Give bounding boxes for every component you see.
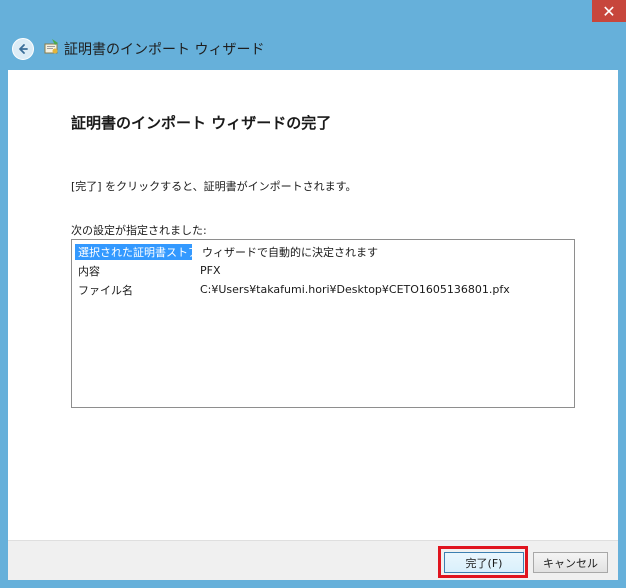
cancel-button[interactable]: キャンセル bbox=[533, 552, 608, 573]
window-frame-bottom bbox=[0, 580, 626, 588]
settings-row[interactable]: 内容 PFX bbox=[72, 261, 574, 280]
settings-value-store: ウィザードで自動的に決定されます bbox=[202, 245, 378, 259]
settings-value-content: PFX bbox=[200, 264, 221, 277]
settings-value-filename: C:¥Users¥takafumi.hori¥Desktop¥CETO16051… bbox=[200, 283, 510, 296]
close-button[interactable]: ✕ bbox=[592, 0, 626, 22]
back-arrow-icon bbox=[19, 44, 28, 54]
title-bar: ✕ 証明書のインポート ウィザード bbox=[0, 0, 626, 70]
instruction-text: [完了] をクリックすると、証明書がインポートされます。 bbox=[71, 180, 357, 193]
back-button[interactable] bbox=[12, 38, 34, 60]
close-icon: ✕ bbox=[602, 1, 616, 21]
settings-row[interactable]: ファイル名 C:¥Users¥takafumi.hori¥Desktop¥CET… bbox=[72, 280, 574, 299]
wizard-content: 証明書のインポート ウィザードの完了 [完了] をクリックすると、証明書がインポ… bbox=[8, 70, 618, 540]
settings-key-store: 選択された証明書ストア bbox=[75, 243, 199, 260]
settings-label: 次の設定が指定されました: bbox=[71, 224, 207, 237]
wizard-window: ✕ 証明書のインポート ウィザード 証明書のインポート ウィザードの完了 [完了… bbox=[0, 0, 626, 588]
window-title: 証明書のインポート ウィザード bbox=[64, 42, 265, 58]
page-heading: 証明書のインポート ウィザードの完了 bbox=[71, 114, 332, 132]
finish-button[interactable]: 完了(F) bbox=[444, 552, 524, 573]
settings-list[interactable]: 選択された証明書ストア ウィザードで自動的に決定されます 内容 PFX ファイル… bbox=[71, 239, 575, 408]
button-bar: 完了(F) キャンセル bbox=[8, 540, 618, 581]
settings-key-content: 内容 bbox=[78, 264, 100, 278]
settings-key-filename: ファイル名 bbox=[78, 283, 133, 297]
settings-row[interactable]: 選択された証明書ストア ウィザードで自動的に決定されます bbox=[72, 242, 574, 261]
certificate-wizard-icon bbox=[44, 39, 58, 54]
